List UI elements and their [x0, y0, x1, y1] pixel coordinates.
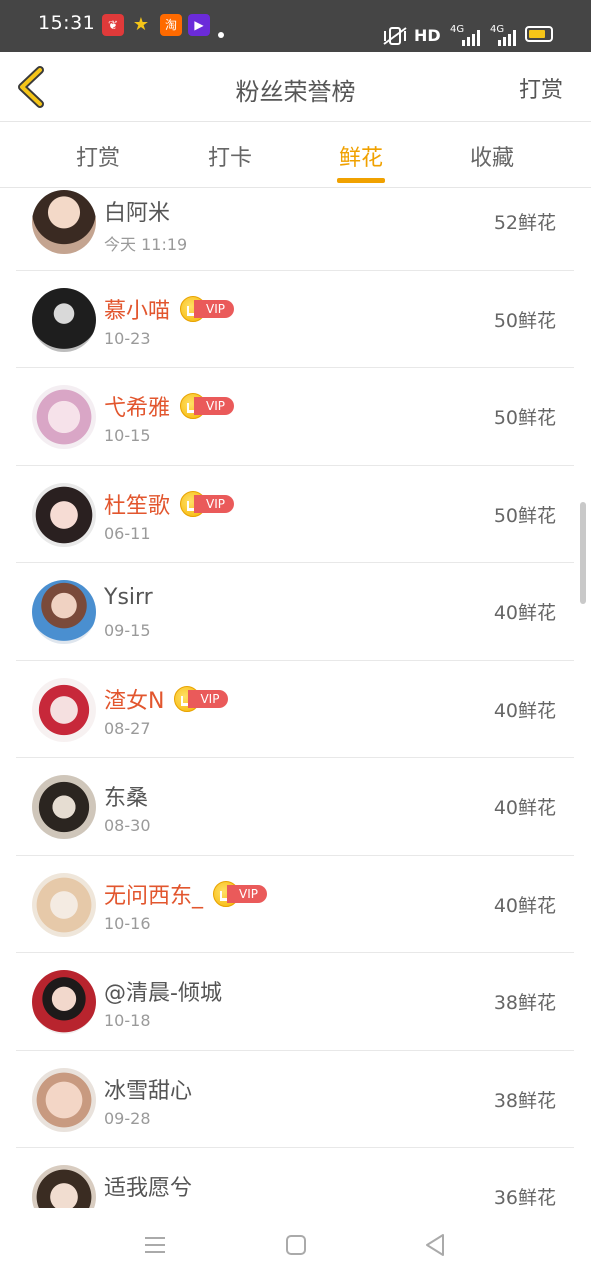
fan-name: 弋希雅 [104, 396, 171, 421]
vip-badge: VIP [174, 685, 229, 712]
home-icon[interactable] [283, 1232, 309, 1258]
battery-icon [525, 26, 553, 42]
avatar [32, 580, 96, 644]
app-notification-icon: ❦ [102, 14, 124, 36]
avatar [32, 385, 96, 449]
fan-name: @清晨-倾城 [104, 981, 222, 1006]
list-item[interactable]: 冰雪甜心 09-28 38鲜花 [16, 1051, 574, 1148]
list-item[interactable]: @清晨-倾城 10-18 38鲜花 [16, 953, 574, 1051]
flower-count: 50鲜花 [493, 309, 556, 332]
list-item[interactable]: 无问西东_ VIP 10-16 40鲜花 [16, 856, 574, 953]
avatar [32, 190, 96, 254]
flower-count: 36鲜花 [493, 1187, 556, 1208]
flower-count: 40鲜花 [493, 894, 556, 917]
fan-name: Ysirr [104, 585, 153, 610]
fan-date: 今天 11:19 [104, 235, 188, 254]
fan-date: 08-27 [104, 718, 151, 738]
fan-name: 无问西东_ [104, 883, 204, 909]
list-item[interactable]: 杜笙歌 VIP 06-11 50鲜花 [16, 466, 574, 563]
list-item[interactable]: 白阿米 今天 11:19 52鲜花 [16, 188, 574, 271]
fan-date: 08-30 [104, 816, 151, 835]
avatar [32, 1067, 96, 1132]
avatar [32, 287, 96, 352]
active-tab-indicator [337, 178, 385, 183]
flower-count: 38鲜花 [493, 992, 556, 1014]
fan-date: 10-23 [104, 328, 151, 348]
vip-badge: VIP [180, 490, 235, 517]
star-icon: ★ [132, 14, 150, 35]
fan-name: 适我愿兮 [104, 1176, 193, 1201]
flower-count: 40鲜花 [493, 602, 556, 624]
fan-name: 东桑 [104, 786, 149, 811]
page-title: 粉丝荣誉榜 [235, 78, 356, 106]
fan-name: 白阿米 [104, 201, 171, 226]
flower-count: 52鲜花 [493, 212, 556, 234]
page-header: 粉丝荣誉榜 打赏 [0, 52, 591, 122]
signal-2-icon [498, 30, 516, 46]
avatar [32, 775, 96, 839]
list-item[interactable]: 渣女N VIP 08-27 40鲜花 [16, 661, 574, 758]
avatar [32, 482, 96, 547]
fan-name: 渣女N [104, 688, 165, 714]
fan-date: 10-16 [104, 913, 151, 933]
list-item[interactable]: 适我愿兮 36鲜花 [16, 1148, 574, 1208]
vip-badge: VIP [213, 880, 268, 907]
taobao-icon: 淘 [160, 14, 182, 36]
fan-name: 慕小喵 [104, 298, 171, 324]
fan-date: 09-15 [104, 621, 151, 640]
tip-button[interactable]: 打赏 [519, 72, 563, 104]
fan-date: 06-11 [104, 523, 151, 543]
fan-ranking-list[interactable]: 白阿米 今天 11:19 52鲜花 慕小喵 VIP 10-23 50鲜花 弋希雅… [0, 188, 591, 1208]
flower-count: 50鲜花 [493, 504, 556, 527]
tab-checkin[interactable]: 打卡 [190, 140, 270, 172]
tab-favorites[interactable]: 收藏 [452, 140, 532, 172]
system-nav-bar [0, 1208, 591, 1280]
fan-date: 10-18 [104, 1011, 151, 1030]
fan-name: 杜笙歌 [104, 493, 171, 519]
flower-count: 40鲜花 [493, 797, 556, 819]
flower-count: 38鲜花 [493, 1089, 556, 1112]
flower-count: 50鲜花 [493, 407, 556, 429]
list-item[interactable]: Ysirr 09-15 40鲜花 [16, 563, 574, 661]
vibrate-icon [383, 27, 407, 45]
scrollbar[interactable] [580, 502, 586, 604]
status-time: 15:31 [38, 12, 96, 34]
list-item[interactable]: 弋希雅 VIP 10-15 50鲜花 [16, 368, 574, 466]
more-notifications-dot [218, 32, 224, 38]
avatar [32, 970, 96, 1034]
avatar [32, 1165, 96, 1208]
list-item[interactable]: 慕小喵 VIP 10-23 50鲜花 [16, 271, 574, 368]
avatar [32, 677, 96, 742]
vip-badge: VIP [180, 393, 235, 419]
avatar [32, 872, 96, 937]
video-app-icon: ▶ [188, 14, 210, 36]
back-triangle-icon[interactable] [422, 1232, 448, 1258]
tab-bar: 打赏 打卡 鲜花 收藏 [0, 122, 591, 188]
signal-1-icon [462, 30, 480, 46]
fan-date: 09-28 [104, 1108, 151, 1128]
menu-icon[interactable] [142, 1232, 168, 1258]
fan-date: 10-15 [104, 426, 151, 445]
fan-name: 冰雪甜心 [104, 1078, 193, 1104]
vip-badge: VIP [180, 295, 235, 322]
list-item[interactable]: 东桑 08-30 40鲜花 [16, 758, 574, 856]
tab-flowers[interactable]: 鲜花 [321, 140, 401, 172]
hd-indicator: HD [414, 26, 441, 45]
status-bar: 15:31 ❦ ★ 淘 ▶ HD 4G 4G [0, 0, 591, 52]
tab-tip[interactable]: 打赏 [58, 140, 138, 172]
flower-count: 40鲜花 [493, 699, 556, 722]
